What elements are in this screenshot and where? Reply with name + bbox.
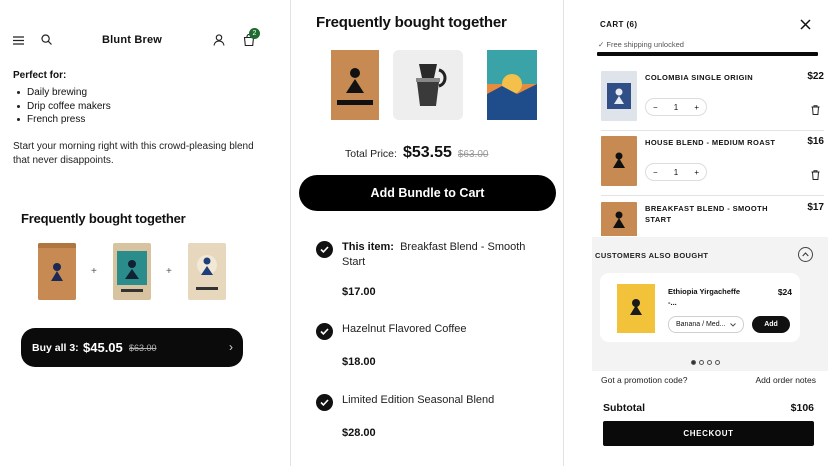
cart-title: CART (6) (600, 20, 638, 29)
cart-line-item: BREAKFAST BLEND - SMOOTH START $17 (601, 202, 824, 236)
original-total-price: $63.00 (457, 149, 489, 160)
shipping-status: ✓ Free shipping unlocked (598, 40, 684, 49)
search-icon[interactable] (40, 33, 53, 46)
recommendation-price: $24 (777, 287, 792, 297)
list-item: Daily brewing (16, 86, 111, 100)
divider (290, 0, 291, 466)
cart-item-image[interactable] (601, 136, 637, 186)
carousel-dot[interactable] (715, 360, 720, 365)
total-price: $53.55 (402, 144, 452, 161)
bundle-heading: Frequently bought together (21, 211, 186, 226)
order-notes-link[interactable]: Add order notes (756, 375, 816, 385)
increase-quantity-button[interactable]: + (694, 103, 699, 112)
recommendation-image[interactable] (617, 284, 655, 333)
bundle-panel: Frequently bought together Total Price: … (292, 0, 564, 466)
decrease-quantity-button[interactable]: − (653, 103, 658, 112)
bundle-item-name: This item: Breakfast Blend - Smooth Star… (342, 240, 542, 270)
divider (601, 130, 824, 131)
bundle-original-price: $63.00 (129, 343, 157, 353)
quantity-value[interactable]: 1 (674, 103, 678, 112)
also-bought-heading: CUSTOMERS ALSO BOUGHT (595, 251, 709, 260)
customers-also-bought: CUSTOMERS ALSO BOUGHT Ethiopia Yirgachef… (592, 237, 828, 371)
close-icon[interactable] (800, 17, 811, 35)
cart-line-item: HOUSE BLEND - MEDIUM ROAST $16 − 1 + (601, 136, 824, 196)
perfect-for-heading: Perfect for: (13, 70, 67, 81)
cart-item-name[interactable]: HOUSE BLEND - MEDIUM ROAST (645, 137, 785, 148)
divider (601, 195, 824, 196)
cart-item-image[interactable] (601, 202, 637, 236)
variant-select[interactable]: Banana / Med... (668, 316, 744, 333)
bundle-item-price: $18.00 (342, 356, 376, 368)
add-bundle-to-cart-button[interactable]: Add Bundle to Cart (299, 175, 556, 211)
increase-quantity-button[interactable]: + (694, 168, 699, 177)
cart-line-item: COLOMBIA SINGLE ORIGIN $22 − 1 + (601, 71, 824, 131)
shipping-progress-bar (597, 52, 818, 56)
page: Blunt Brew 2 Perfect for: Daily brewing … (0, 0, 828, 466)
quantity-stepper: − 1 + (645, 98, 707, 116)
promotion-code-link[interactable]: Got a promotion code? (601, 375, 687, 385)
product-panel: Blunt Brew 2 Perfect for: Daily brewing … (0, 0, 290, 466)
chevron-up-icon[interactable] (798, 247, 813, 262)
subtotal-value: $106 (790, 402, 814, 414)
cart-item-name[interactable]: BREAKFAST BLEND - SMOOTH START (645, 203, 785, 225)
recommendation-name[interactable]: Ethiopia Yirgacheffe -... (668, 286, 748, 308)
cart-item-name[interactable]: COLOMBIA SINGLE ORIGIN (645, 72, 785, 83)
cart-icon[interactable]: 2 (242, 28, 260, 47)
checkbox-checked-icon[interactable] (316, 241, 333, 258)
brand-logo[interactable]: Blunt Brew (102, 34, 162, 46)
bundle-item-name: Hazelnut Flavored Coffee (342, 323, 467, 335)
carousel-dot[interactable] (707, 360, 712, 365)
chevron-down-icon (730, 322, 736, 327)
buy-all-button[interactable]: Buy all 3: $45.05 $63.00 › (21, 328, 243, 367)
bundle-item-name: Limited Edition Seasonal Blend (342, 394, 495, 406)
cart-item-price: $22 (807, 71, 824, 82)
quantity-value[interactable]: 1 (674, 168, 678, 177)
bundle-heading: Frequently bought together (316, 14, 507, 31)
buy-all-label: Buy all 3: (32, 342, 79, 354)
trash-icon[interactable] (811, 102, 820, 120)
carousel-pagination (691, 360, 720, 365)
cart-item-image[interactable] (601, 71, 637, 121)
plus-sign: + (91, 266, 97, 277)
chevron-right-icon: › (229, 340, 233, 354)
plus-sign: + (166, 266, 172, 277)
total-price-label: Total Price: (345, 148, 397, 160)
cart-item-price: $16 (807, 136, 824, 147)
variant-value: Banana / Med... (676, 321, 726, 328)
product-description: Start your morning right with this crowd… (13, 141, 254, 166)
quantity-stepper: − 1 + (645, 163, 707, 181)
subtotal-label: Subtotal (603, 402, 645, 414)
add-recommendation-button[interactable]: Add (752, 316, 790, 333)
carousel-dot[interactable] (699, 360, 704, 365)
menu-icon[interactable] (12, 34, 24, 46)
total-price-row: Total Price: $53.55 $63.00 (345, 144, 488, 162)
carousel-dot[interactable] (691, 360, 696, 365)
checkbox-checked-icon[interactable] (316, 323, 333, 340)
bundle-product-image[interactable] (477, 50, 547, 120)
cart-count-badge: 2 (249, 28, 260, 39)
list-item: French press (16, 113, 111, 127)
bundle-product-image[interactable] (38, 243, 76, 300)
bundle-item-price: $17.00 (342, 286, 376, 298)
list-item: Drip coffee makers (16, 100, 111, 114)
this-item-label: This item: (342, 241, 394, 253)
recommendation-card: Ethiopia Yirgacheffe -... $24 Banana / M… (600, 273, 800, 342)
decrease-quantity-button[interactable]: − (653, 168, 658, 177)
checkout-button[interactable]: CHECKOUT (603, 421, 814, 446)
bundle-product-image[interactable] (188, 243, 226, 300)
bundle-product-image[interactable] (393, 50, 463, 120)
cart-item-price: $17 (807, 202, 824, 213)
account-icon[interactable] (212, 33, 226, 47)
cart-drawer: CART (6) ✓ Free shipping unlocked COLOMB… (565, 0, 828, 466)
trash-icon[interactable] (811, 167, 820, 185)
checkbox-checked-icon[interactable] (316, 394, 333, 411)
bundle-product-image[interactable] (113, 243, 151, 300)
bundle-item-price: $28.00 (342, 427, 376, 439)
perfect-for-list: Daily brewing Drip coffee makers French … (16, 86, 111, 127)
bundle-price: $45.05 (83, 340, 123, 355)
bundle-product-image[interactable] (320, 50, 390, 120)
